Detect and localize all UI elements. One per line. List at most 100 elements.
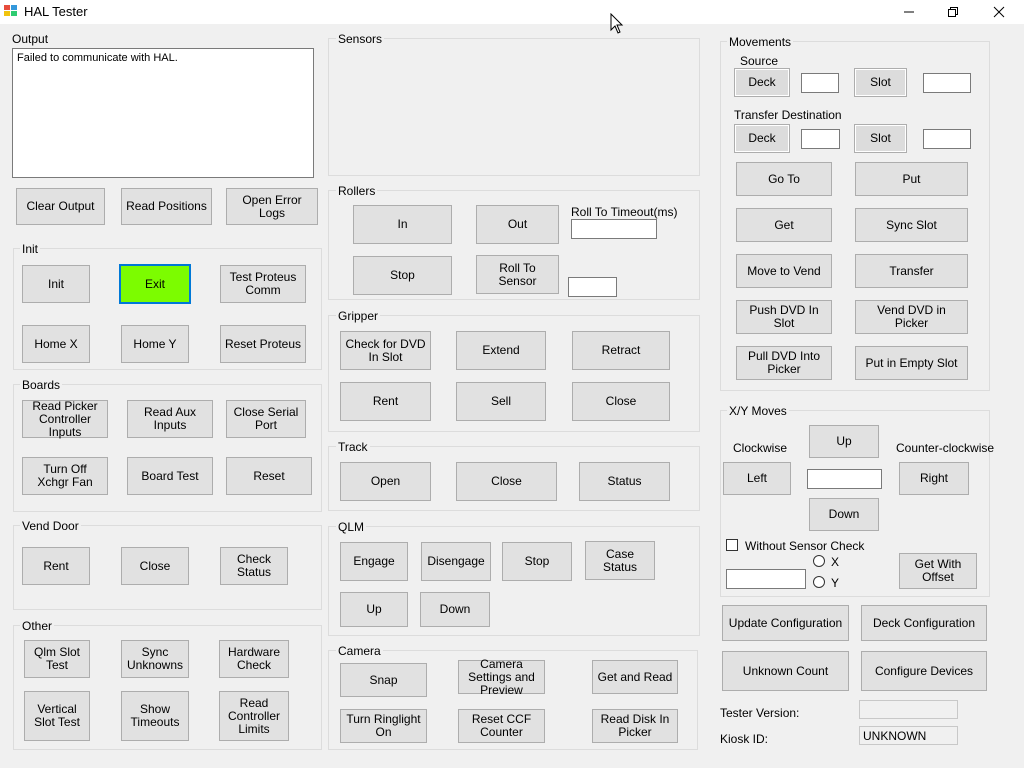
init-group-label: Init (20, 242, 41, 256)
kiosk-id-value: UNKNOWN (859, 726, 958, 745)
exit-button[interactable]: Exit (119, 264, 191, 304)
offset-input[interactable] (726, 569, 806, 589)
gripper-close-button[interactable]: Close (572, 382, 670, 421)
dest-deck-input[interactable] (801, 129, 840, 149)
output-textbox[interactable]: Failed to communicate with HAL. (12, 48, 314, 178)
read-disk-in-picker-button[interactable]: Read Disk In Picker (592, 709, 678, 743)
show-timeouts-button[interactable]: Show Timeouts (121, 691, 189, 741)
clear-output-button[interactable]: Clear Output (16, 188, 105, 225)
track-group-label: Track (336, 440, 370, 454)
camera-settings-preview-button[interactable]: Camera Settings and Preview (458, 657, 545, 696)
close-window-button[interactable] (976, 0, 1022, 24)
track-close-button[interactable]: Close (456, 462, 557, 501)
dest-slot-input[interactable] (923, 129, 971, 149)
test-proteus-comm-button[interactable]: Test Proteus Comm (220, 265, 306, 303)
y-radio[interactable] (813, 576, 825, 588)
sync-unknowns-button[interactable]: Sync Unknowns (121, 640, 189, 678)
kiosk-id-label: Kiosk ID: (720, 732, 769, 746)
vertical-slot-test-button[interactable]: Vertical Slot Test (24, 691, 90, 741)
qlm-disengage-button[interactable]: Disengage (421, 542, 491, 581)
put-in-empty-slot-button[interactable]: Put in Empty Slot (855, 346, 968, 380)
reset-ccf-counter-button[interactable]: Reset CCF Counter (458, 709, 545, 743)
roll-to-sensor-button[interactable]: Roll To Sensor (476, 255, 559, 294)
xy-left-button[interactable]: Left (723, 462, 791, 495)
qlm-case-status-button[interactable]: Case Status (585, 541, 655, 580)
push-dvd-in-slot-button[interactable]: Push DVD In Slot (736, 300, 832, 334)
counter-clockwise-label: Counter-clockwise (896, 441, 995, 455)
close-serial-port-button[interactable]: Close Serial Port (226, 400, 306, 438)
qlm-down-button[interactable]: Down (420, 592, 490, 627)
hardware-check-button[interactable]: Hardware Check (219, 640, 289, 678)
vend-check-status-button[interactable]: Check Status (220, 547, 288, 585)
xy-down-button[interactable]: Down (809, 498, 879, 531)
maximize-button[interactable] (930, 0, 976, 24)
without-sensor-check-checkbox[interactable] (726, 539, 738, 551)
go-to-button[interactable]: Go To (736, 162, 832, 196)
qlm-up-button[interactable]: Up (340, 592, 408, 627)
dest-slot-button[interactable]: Slot (854, 124, 907, 153)
init-button[interactable]: Init (22, 265, 90, 303)
qlm-engage-button[interactable]: Engage (340, 542, 408, 581)
read-controller-limits-button[interactable]: Read Controller Limits (219, 691, 289, 741)
pull-dvd-into-picker-button[interactable]: Pull DVD Into Picker (736, 346, 832, 380)
without-sensor-check-label: Without Sensor Check (745, 539, 865, 553)
track-status-button[interactable]: Status (579, 462, 670, 501)
camera-group-label: Camera (336, 644, 383, 658)
board-test-button[interactable]: Board Test (127, 457, 213, 495)
configure-devices-button[interactable]: Configure Devices (861, 651, 987, 691)
qlm-slot-test-button[interactable]: Qlm Slot Test (24, 640, 90, 678)
open-error-logs-button[interactable]: Open Error Logs (226, 188, 318, 225)
sync-slot-button[interactable]: Sync Slot (855, 208, 968, 242)
rollers-stop-button[interactable]: Stop (353, 256, 452, 295)
xy-right-button[interactable]: Right (899, 462, 969, 495)
gripper-retract-button[interactable]: Retract (572, 331, 670, 370)
dest-deck-button[interactable]: Deck (734, 124, 790, 153)
camera-snap-button[interactable]: Snap (340, 663, 427, 697)
read-picker-inputs-button[interactable]: Read Picker Controller Inputs (22, 399, 108, 438)
move-to-vend-button[interactable]: Move to Vend (736, 254, 832, 288)
read-aux-inputs-button[interactable]: Read Aux Inputs (127, 400, 213, 438)
reset-proteus-button[interactable]: Reset Proteus (220, 325, 306, 363)
xy-step-input[interactable] (807, 469, 882, 489)
get-and-read-button[interactable]: Get and Read (592, 660, 678, 694)
window-title: HAL Tester (24, 4, 88, 19)
vend-dvd-in-picker-button[interactable]: Vend DVD in Picker (855, 300, 968, 334)
get-with-offset-button[interactable]: Get With Offset (899, 553, 977, 589)
put-button[interactable]: Put (855, 162, 968, 196)
boards-group-label: Boards (20, 378, 63, 392)
rollers-in-button[interactable]: In (353, 205, 452, 244)
get-button[interactable]: Get (736, 208, 832, 242)
output-label: Output (12, 32, 49, 46)
roll-to-sensor-input[interactable] (568, 277, 617, 297)
source-slot-button[interactable]: Slot (854, 68, 907, 97)
roll-to-timeout-input[interactable] (571, 219, 657, 239)
turn-off-fan-button[interactable]: Turn Off Xchgr Fan (22, 457, 108, 495)
update-configuration-button[interactable]: Update Configuration (722, 605, 849, 641)
source-deck-input[interactable] (801, 73, 839, 93)
gripper-extend-button[interactable]: Extend (456, 331, 546, 370)
gripper-rent-button[interactable]: Rent (340, 382, 431, 421)
deck-configuration-button[interactable]: Deck Configuration (861, 605, 987, 641)
source-slot-input[interactable] (923, 73, 971, 93)
gripper-sell-button[interactable]: Sell (456, 382, 546, 421)
transfer-button[interactable]: Transfer (855, 254, 968, 288)
minimize-button[interactable] (886, 0, 932, 24)
qlm-group-label: QLM (336, 520, 367, 534)
read-positions-button[interactable]: Read Positions (121, 188, 212, 225)
track-open-button[interactable]: Open (340, 462, 431, 501)
check-dvd-in-slot-button[interactable]: Check for DVD In Slot (340, 331, 431, 370)
home-x-button[interactable]: Home X (22, 325, 90, 363)
qlm-stop-button[interactable]: Stop (502, 542, 572, 581)
xy-up-button[interactable]: Up (809, 425, 879, 458)
vend-rent-button[interactable]: Rent (22, 547, 90, 585)
home-y-button[interactable]: Home Y (121, 325, 189, 363)
vend-close-button[interactable]: Close (121, 547, 189, 585)
turn-ringlight-on-button[interactable]: Turn Ringlight On (340, 709, 427, 743)
unknown-count-button[interactable]: Unknown Count (722, 651, 849, 691)
app-icon (4, 5, 17, 16)
x-radio[interactable] (813, 555, 825, 567)
source-deck-button[interactable]: Deck (734, 68, 790, 97)
reset-board-button[interactable]: Reset (226, 457, 312, 495)
tester-version-label: Tester Version: (720, 706, 800, 720)
rollers-out-button[interactable]: Out (476, 205, 559, 244)
